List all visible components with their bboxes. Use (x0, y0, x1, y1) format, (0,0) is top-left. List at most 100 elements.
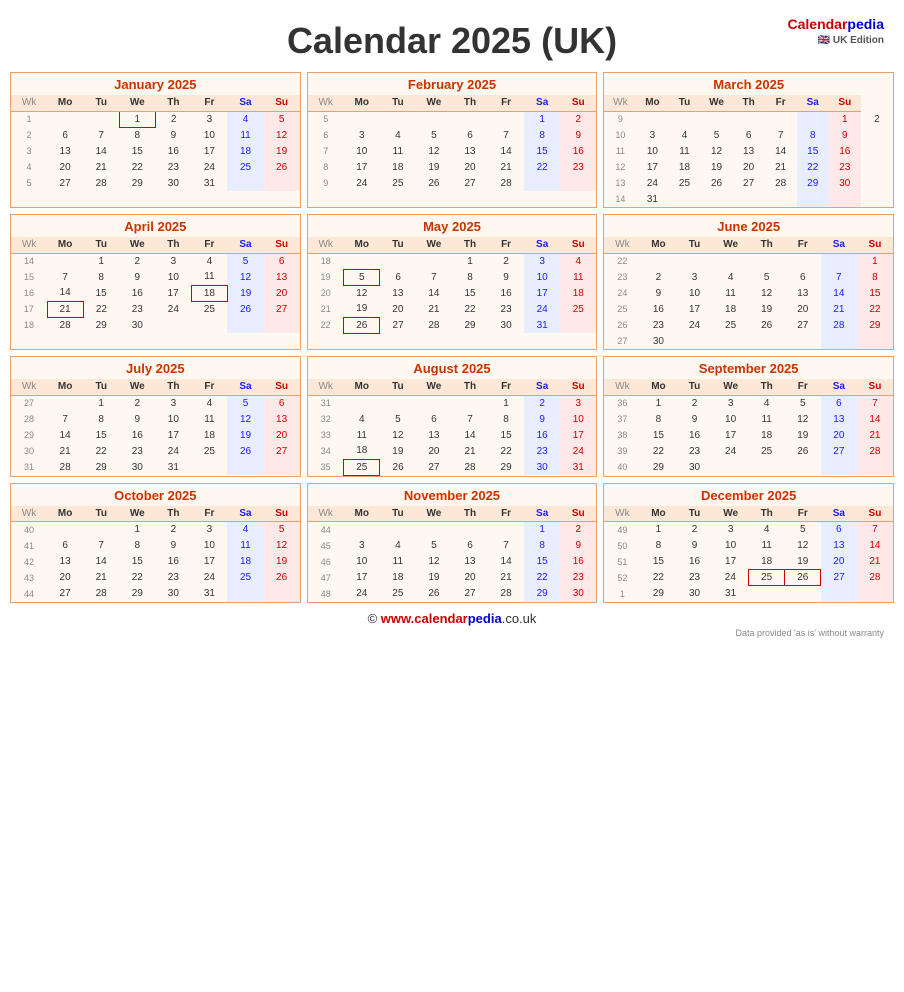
week-row: 3021222324252627 (11, 443, 300, 459)
day-cell: 18 (380, 159, 416, 175)
day-cell: 14 (821, 285, 857, 301)
day-cell: 31 (636, 191, 668, 207)
week-row: 512 (308, 111, 597, 127)
day-cell: 2 (640, 269, 676, 285)
day-cell (380, 522, 416, 538)
footer-url: www.calendarpedia.co.uk (381, 611, 537, 626)
month-title-8: September 2025 (604, 357, 893, 379)
day-cell: 9 (640, 285, 676, 301)
day-cell (344, 395, 380, 411)
day-cell: 25 (713, 317, 749, 333)
day-cell: 30 (524, 459, 560, 475)
day-cell: 1 (488, 395, 524, 411)
week-row: 1324252627282930 (604, 175, 893, 191)
day-cell: 12 (416, 143, 452, 159)
day-cell: 21 (765, 159, 797, 175)
day-cell: 4 (191, 395, 227, 411)
week-row: 4717181920212223 (308, 570, 597, 586)
day-cell: 30 (640, 333, 676, 349)
day-cell (749, 333, 785, 349)
day-cell: 9 (119, 269, 155, 285)
wk-number: 6 (308, 127, 344, 143)
day-header-sa: Sa (524, 379, 560, 395)
day-cell: 4 (713, 269, 749, 285)
day-cell: 24 (155, 443, 191, 459)
day-cell: 6 (785, 269, 821, 285)
day-cell: 29 (797, 175, 829, 191)
day-cell: 16 (155, 554, 191, 570)
day-cell: 16 (676, 554, 712, 570)
wk-number: 33 (308, 427, 344, 443)
day-cell (191, 317, 227, 333)
day-cell: 11 (227, 127, 263, 143)
day-cell: 18 (749, 427, 785, 443)
wk-header: Wk (11, 95, 47, 111)
month-block-1: February 2025WkMoTuWeThFrSaSu51263456789… (307, 72, 598, 208)
day-cell: 2 (155, 111, 191, 127)
day-cell: 1 (119, 522, 155, 538)
day-cell: 18 (227, 554, 263, 570)
day-cell (785, 586, 821, 602)
wk-header: Wk (604, 379, 640, 395)
day-cell (452, 395, 488, 411)
day-cell: 19 (785, 554, 821, 570)
month-block-9: October 2025WkMoTuWeThFrSaSu401234541678… (10, 483, 301, 603)
day-cell: 1 (640, 395, 676, 411)
day-cell: 4 (344, 411, 380, 427)
day-cell: 27 (47, 586, 83, 602)
day-cell: 24 (155, 301, 191, 317)
wk-header: Wk (604, 95, 636, 111)
day-cell: 15 (83, 285, 119, 301)
wk-number: 1 (604, 586, 640, 602)
day-cell (380, 253, 416, 269)
day-cell: 30 (119, 317, 155, 333)
month-title-4: May 2025 (308, 215, 597, 237)
month-block-11: December 2025WkMoTuWeThFrSaSu49123456750… (603, 483, 894, 603)
day-header-fr: Fr (191, 379, 227, 395)
day-header-fr: Fr (191, 237, 227, 253)
day-cell (785, 333, 821, 349)
day-cell: 29 (488, 459, 524, 475)
day-header-th: Th (155, 506, 191, 522)
day-cell: 28 (47, 459, 83, 475)
day-cell: 27 (452, 175, 488, 191)
day-cell: 1 (83, 253, 119, 269)
day-cell: 21 (821, 301, 857, 317)
day-cell: 20 (452, 570, 488, 586)
day-header-mo: Mo (47, 379, 83, 395)
day-cell: 9 (155, 127, 191, 143)
month-title-5: June 2025 (604, 215, 893, 237)
day-cell: 22 (83, 301, 119, 317)
week-row: 14123456 (11, 253, 300, 269)
day-cell: 8 (488, 411, 524, 427)
day-cell: 27 (821, 570, 857, 586)
wk-number: 18 (11, 317, 47, 333)
day-cell: 2 (676, 395, 712, 411)
day-header-tu: Tu (83, 379, 119, 395)
wk-header: Wk (11, 506, 47, 522)
day-header-tu: Tu (83, 506, 119, 522)
wk-number: 22 (604, 253, 640, 269)
day-cell: 22 (857, 301, 893, 317)
day-cell (47, 111, 83, 127)
week-row: 103456789 (604, 127, 893, 143)
week-row: 4320212223242526 (11, 570, 300, 586)
day-cell (636, 111, 668, 127)
day-cell: 19 (380, 443, 416, 459)
day-cell: 14 (47, 285, 83, 301)
day-cell: 22 (797, 159, 829, 175)
week-row: 1614151617181920 (11, 285, 300, 301)
day-header-fr: Fr (765, 95, 797, 111)
day-cell: 10 (191, 127, 227, 143)
day-cell: 20 (380, 301, 416, 317)
wk-number: 16 (11, 285, 47, 301)
day-cell: 14 (47, 427, 83, 443)
day-cell: 24 (191, 570, 227, 586)
day-cell: 28 (857, 443, 893, 459)
day-cell (829, 191, 861, 207)
day-cell (452, 111, 488, 127)
day-cell: 17 (676, 301, 712, 317)
day-cell (344, 253, 380, 269)
week-row: 4610111213141516 (308, 554, 597, 570)
day-cell: 17 (191, 143, 227, 159)
